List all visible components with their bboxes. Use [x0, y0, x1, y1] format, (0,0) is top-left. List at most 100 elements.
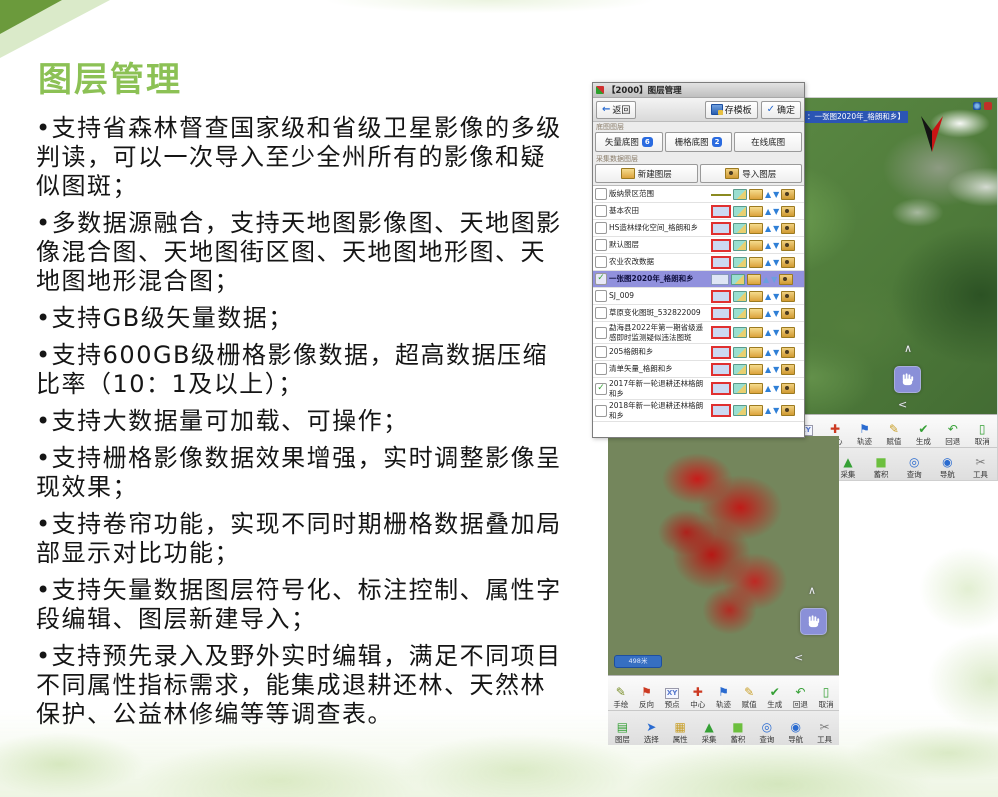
zoom-to-layer-icon[interactable] [733, 327, 747, 338]
layer-row-selected[interactable]: 一张图2020年_格朗和乡 ▲▼ [593, 271, 804, 288]
edit-layer-icon[interactable] [749, 308, 763, 319]
zoom-in-chevron[interactable]: ∧ [808, 584, 816, 597]
move-down-icon[interactable]: ▼ [773, 309, 779, 318]
move-up-icon[interactable]: ▲ [765, 309, 771, 318]
layer-row[interactable]: 2018年新一轮退耕还林格朗和乡 ▲▼ [593, 400, 804, 422]
move-down-icon[interactable]: ▼ [773, 365, 779, 374]
toolbar-button-volume[interactable]: ■蓄积 [728, 720, 748, 745]
zoom-to-layer-icon[interactable] [733, 257, 747, 268]
layer-row[interactable]: 默认图层 ▲▼ [593, 237, 804, 254]
layer-more-icon[interactable] [781, 223, 795, 234]
import-layer-button[interactable]: 导入图层 [700, 164, 803, 183]
back-button[interactable]: ←返回 [596, 101, 636, 119]
toolbar-button-assign[interactable]: ✎赋值 [884, 422, 904, 447]
toolbar-button-freehand[interactable]: ✎手绘 [611, 685, 631, 710]
layer-checkbox[interactable] [595, 273, 607, 285]
move-down-icon[interactable]: ▼ [773, 384, 779, 393]
layer-checkbox[interactable] [595, 307, 607, 319]
edit-layer-icon[interactable] [749, 206, 763, 217]
layer-checkbox[interactable] [595, 222, 607, 234]
toolbar-button-collect[interactable]: ▲采集 [699, 720, 719, 745]
toolbar-button-reverse[interactable]: ⚑反向 [636, 685, 656, 710]
layer-checkbox[interactable] [595, 405, 607, 417]
layer-more-icon[interactable] [781, 189, 795, 200]
toolbar-button-navigate[interactable]: ◉导航 [786, 720, 806, 745]
zoom-out-chevron[interactable]: < [794, 651, 803, 664]
zoom-to-layer-icon[interactable] [733, 223, 747, 234]
zoom-to-layer-icon[interactable] [733, 308, 747, 319]
layer-row[interactable]: 勐海县2022年第一期省级遥感即时监测疑似违法图斑 ▲▼ [593, 322, 804, 344]
layer-symbol-swatch[interactable] [711, 290, 731, 303]
layer-checkbox[interactable] [595, 363, 607, 375]
move-down-icon[interactable]: ▼ [773, 224, 779, 233]
layer-symbol-swatch[interactable] [711, 239, 731, 252]
move-up-icon[interactable]: ▲ [763, 275, 769, 284]
layer-checkbox[interactable] [595, 188, 607, 200]
layer-more-icon[interactable] [781, 257, 795, 268]
move-down-icon[interactable]: ▼ [773, 328, 779, 337]
layer-checkbox[interactable] [595, 290, 607, 302]
layer-row[interactable]: 205格朗和乡 ▲▼ [593, 344, 804, 361]
toolbar-button-volume[interactable]: ■蓄积 [871, 455, 891, 480]
move-down-icon[interactable]: ▼ [773, 406, 779, 415]
zoom-out-chevron[interactable]: < [898, 398, 907, 411]
layer-more-icon[interactable] [781, 405, 795, 416]
save-template-button[interactable]: 存模板 [705, 101, 758, 119]
zoom-to-layer-icon[interactable] [733, 189, 747, 200]
zoom-to-layer-icon[interactable] [733, 383, 747, 394]
toolbar-button-layers[interactable]: ▤图层 [612, 720, 632, 745]
toolbar-button-tools[interactable]: ✂工具 [815, 720, 835, 745]
move-up-icon[interactable]: ▲ [765, 406, 771, 415]
toolbar-button-generate[interactable]: ✔生成 [913, 422, 933, 447]
toolbar-button-generate[interactable]: ✔生成 [765, 685, 785, 710]
edit-layer-icon[interactable] [749, 327, 763, 338]
layer-checkbox[interactable] [595, 327, 607, 339]
toolbar-button-cancel[interactable]: ▯取消 [816, 685, 836, 710]
toolbar-button-collect[interactable]: ▲采集 [838, 455, 858, 480]
edit-layer-icon[interactable] [749, 383, 763, 394]
zoom-in-chevron[interactable]: ∧ [904, 342, 912, 355]
edit-layer-icon[interactable] [749, 189, 763, 200]
edit-layer-icon[interactable] [749, 364, 763, 375]
move-up-icon[interactable]: ▲ [765, 328, 771, 337]
edit-layer-icon[interactable] [749, 257, 763, 268]
toolbar-button-prepoint[interactable]: XY预点 [662, 687, 682, 710]
layer-symbol-swatch[interactable] [711, 190, 731, 199]
tab-online-basemap[interactable]: 在线底图 [734, 132, 802, 152]
layer-more-icon[interactable] [781, 347, 795, 358]
tab-raster-basemap[interactable]: 栅格底图2 [665, 132, 733, 152]
north-arrow-icon[interactable] [919, 112, 945, 158]
toolbar-button-query[interactable]: ◎查询 [757, 720, 777, 745]
edit-layer-icon[interactable] [749, 291, 763, 302]
layer-symbol-swatch[interactable] [711, 205, 731, 218]
layer-more-icon[interactable] [781, 240, 795, 251]
layer-more-icon[interactable] [781, 291, 795, 302]
confirm-button[interactable]: ✓确定 [761, 101, 801, 119]
move-up-icon[interactable]: ▲ [765, 207, 771, 216]
layer-symbol-swatch[interactable] [711, 346, 731, 359]
zoom-to-layer-icon[interactable] [733, 206, 747, 217]
layer-symbol-swatch[interactable] [711, 382, 731, 395]
toolbar-button-undo[interactable]: ↶回退 [943, 422, 963, 447]
layer-checkbox[interactable] [595, 383, 607, 395]
move-down-icon[interactable]: ▼ [773, 190, 779, 199]
layer-row[interactable]: 农业农改数据 ▲▼ [593, 254, 804, 271]
zoom-to-layer-icon[interactable] [731, 274, 745, 285]
move-up-icon[interactable]: ▲ [765, 365, 771, 374]
layer-more-icon[interactable] [781, 327, 795, 338]
move-up-icon[interactable]: ▲ [765, 241, 771, 250]
move-down-icon[interactable]: ▼ [773, 258, 779, 267]
toolbar-button-undo[interactable]: ↶回退 [790, 685, 810, 710]
gps-status-icon[interactable] [973, 102, 981, 110]
layer-symbol-swatch[interactable] [711, 256, 731, 269]
new-layer-button[interactable]: 新建图层 [595, 164, 698, 183]
layer-symbol-swatch[interactable] [711, 326, 731, 339]
move-up-icon[interactable]: ▲ [765, 348, 771, 357]
layer-more-icon[interactable] [781, 364, 795, 375]
layer-checkbox[interactable] [595, 205, 607, 217]
move-down-icon[interactable]: ▼ [773, 241, 779, 250]
move-up-icon[interactable]: ▲ [765, 258, 771, 267]
edit-layer-icon[interactable] [747, 274, 761, 285]
layer-checkbox[interactable] [595, 256, 607, 268]
layer-checkbox[interactable] [595, 346, 607, 358]
